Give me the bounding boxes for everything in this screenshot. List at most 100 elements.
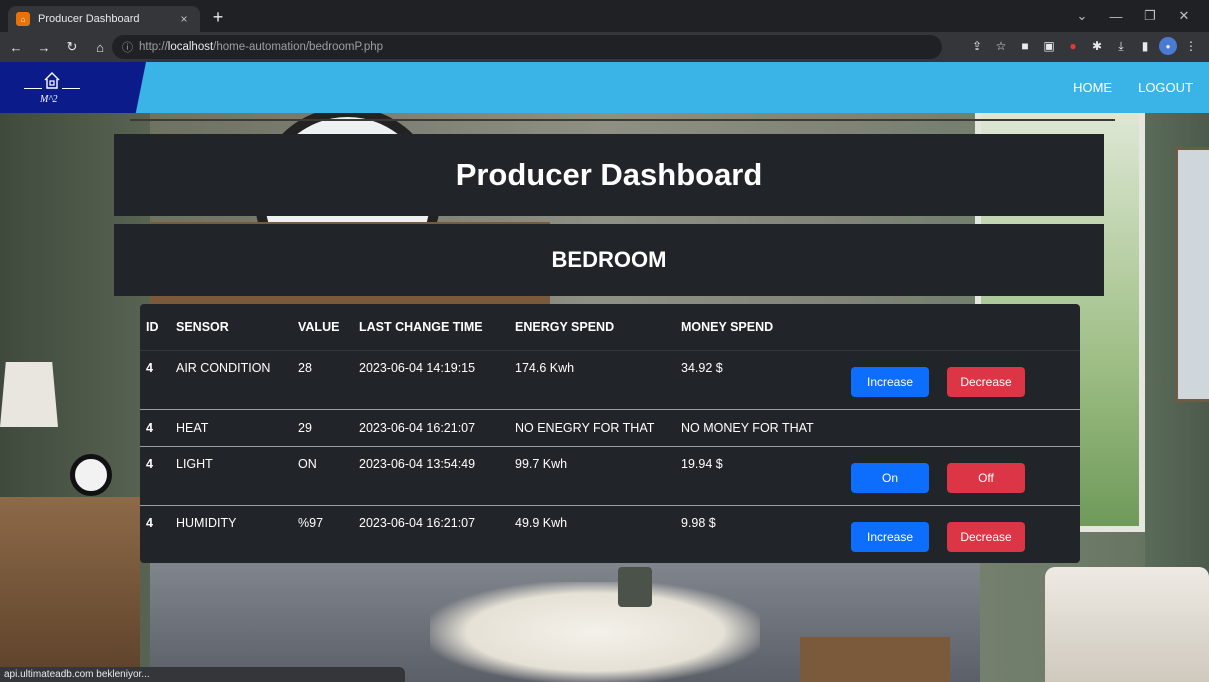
light-off-button[interactable]: Off (947, 462, 1025, 493)
share-icon[interactable]: ⇪ (967, 35, 987, 57)
extension-icon[interactable]: ● (1063, 35, 1083, 57)
cell-id: 4 (140, 350, 170, 410)
close-window-icon[interactable]: ✕ (1167, 4, 1201, 28)
background-bench (800, 637, 950, 682)
background-art (1175, 147, 1209, 402)
page-content: M^2 HOME LOGOUT Producer Dashboard BEDRO… (0, 62, 1209, 682)
reload-icon[interactable]: ↻ (60, 35, 84, 59)
tab-close-icon[interactable]: × (176, 12, 192, 26)
url-path: /home-automation/bedroomP.php (213, 41, 384, 53)
cell-time: 2023-06-04 16:21:07 (359, 515, 476, 530)
nav-links: HOME LOGOUT (1073, 62, 1193, 113)
cell-time: 2023-06-04 14:19:15 (353, 350, 509, 410)
window-controls: ⌄ — ❐ ✕ (1065, 4, 1201, 28)
cell-energy: NO ENEGRY FOR THAT (509, 409, 675, 447)
light-on-button[interactable]: On (851, 462, 929, 493)
cell-money: 9.98 $ (681, 515, 716, 530)
house-icon (44, 72, 60, 89)
page-title: Producer Dashboard (114, 134, 1104, 216)
background-clock (70, 454, 112, 496)
cell-energy: 99.7 Kwh (509, 446, 675, 506)
logo-mark: M^2 (24, 70, 80, 106)
address-url: http://localhost/home-automation/bedroom… (139, 41, 383, 53)
cell-actions: Increase Decrease (845, 350, 1080, 410)
browser-tab-bar: ⌂ Producer Dashboard × + ⌄ — ❐ ✕ (0, 0, 1209, 32)
cell-value: 28 (292, 350, 353, 410)
logo-line (62, 88, 80, 89)
increase-button[interactable]: Increase (851, 366, 929, 397)
cell-time: 2023-06-04 13:54:49 (353, 446, 509, 506)
url-scheme: http:// (139, 41, 168, 53)
increase-button[interactable]: Increase (851, 521, 929, 552)
extension-icon[interactable]: ■ (1015, 35, 1035, 57)
cell-actions (845, 409, 1080, 447)
menu-kebab-icon[interactable]: ⋮ (1181, 35, 1201, 57)
divider (130, 119, 1115, 121)
profile-avatar-icon[interactable]: ● (1159, 37, 1177, 55)
forward-icon[interactable]: → (32, 35, 56, 59)
new-tab-button[interactable]: + (206, 6, 230, 28)
column-header-actions (845, 304, 1080, 351)
site-info-icon[interactable]: ⓘ (122, 39, 133, 55)
logo-line (24, 88, 42, 89)
minimize-icon[interactable]: — (1099, 4, 1133, 28)
browser-status-bar: api.ultimateadb.com bekleniyor... (0, 667, 405, 682)
home-icon[interactable]: ⌂ (88, 35, 112, 59)
table-row: 4 LIGHT ON 2023-06-04 13:54:49 99.7 Kwh … (140, 446, 1080, 506)
table-header-row: ID SENSOR VALUE LAST CHANGE TIME ENERGY … (140, 304, 1080, 351)
cell-energy: 174.6 Kwh (509, 350, 675, 410)
decrease-button[interactable]: Decrease (947, 521, 1025, 552)
cell-sensor: HEAT (170, 409, 292, 447)
cell-sensor: LIGHT (170, 446, 292, 506)
cell-actions: On Off (845, 446, 1080, 506)
cell-energy: 49.9 Kwh (515, 515, 568, 530)
site-navbar: M^2 HOME LOGOUT (0, 62, 1209, 113)
logo-text: M^2 (40, 94, 58, 105)
cell-money: 19.94 $ (675, 446, 845, 506)
table-row: 4 AIR CONDITION 28 2023-06-04 14:19:15 1… (140, 350, 1080, 410)
tab-search-icon[interactable]: ⌄ (1065, 4, 1099, 28)
column-header: ENERGY SPEND (509, 304, 675, 351)
url-host: localhost (167, 41, 214, 53)
table-row: 4 HUMIDITY %97 2023-06-04 16:21:07 49.9 … (140, 505, 1080, 562)
column-header: MONEY SPEND (675, 304, 845, 351)
background-lamp (0, 362, 58, 427)
nav-logout-link[interactable]: LOGOUT (1138, 80, 1193, 95)
column-header: ID (140, 304, 170, 351)
nav-home-link[interactable]: HOME (1073, 80, 1112, 95)
decrease-button[interactable]: Decrease (947, 366, 1025, 397)
table-row: 4 HEAT 29 2023-06-04 16:21:07 NO ENEGRY … (140, 409, 1080, 447)
site-logo[interactable]: M^2 (0, 62, 146, 113)
cell-sensor: HUMIDITY (176, 515, 237, 530)
tab-favicon-icon: ⌂ (16, 12, 30, 26)
cell-sensor: AIR CONDITION (170, 350, 292, 410)
background-nightstand (0, 497, 140, 682)
column-header: VALUE (292, 304, 353, 351)
puzzle-icon[interactable]: ✱ (1087, 35, 1107, 57)
address-bar[interactable]: ⓘ http://localhost/home-automation/bedro… (112, 35, 942, 59)
side-panel-icon[interactable]: ▮ (1135, 35, 1155, 57)
browser-toolbar: ← → ↻ ⌂ ⓘ http://localhost/home-automati… (0, 32, 1209, 62)
cell-money: NO MONEY FOR THAT (675, 409, 845, 447)
background-fur-throw (430, 582, 760, 682)
back-icon[interactable]: ← (4, 35, 28, 59)
cell-id: 4 (140, 409, 170, 447)
cell-value: ON (292, 446, 353, 506)
restore-icon[interactable]: ❐ (1133, 4, 1167, 28)
cell-id: 4 (140, 446, 170, 506)
column-header: LAST CHANGE TIME (353, 304, 509, 351)
cell-value: %97 (298, 515, 324, 530)
cell-time: 2023-06-04 16:21:07 (353, 409, 509, 447)
cell-id: 4 (146, 515, 153, 530)
download-icon[interactable]: ⤓ (1111, 35, 1131, 57)
bookmark-star-icon[interactable]: ☆ (991, 35, 1011, 57)
cell-actions: Increase Decrease (845, 505, 1080, 562)
background-mug (618, 567, 652, 607)
extension-icon[interactable]: ▣ (1039, 35, 1059, 57)
cell-value: 29 (292, 409, 353, 447)
tab-title: Producer Dashboard (38, 13, 140, 25)
column-header: SENSOR (170, 304, 292, 351)
browser-tab[interactable]: ⌂ Producer Dashboard × (8, 6, 200, 32)
room-title: BEDROOM (114, 224, 1104, 296)
sensor-table: ID SENSOR VALUE LAST CHANGE TIME ENERGY … (140, 304, 1080, 563)
